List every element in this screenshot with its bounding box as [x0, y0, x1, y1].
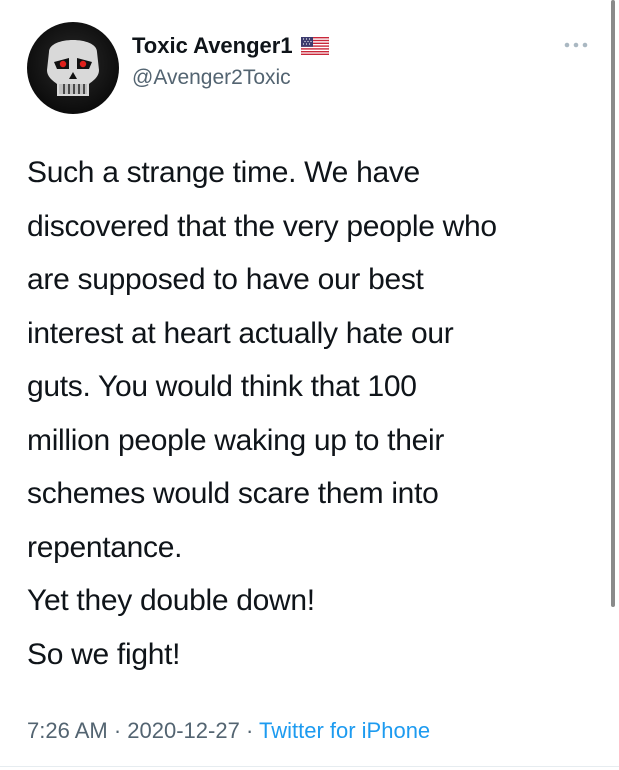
divider	[0, 766, 619, 767]
tweet-text: Such a strange time. We have discovered …	[27, 146, 597, 681]
scrollbar[interactable]	[611, 0, 615, 607]
tweet-date[interactable]: 2020-12-27	[127, 718, 240, 743]
tweet: Toxic Avenger1 @Avenger2Toxic Such a str…	[0, 0, 619, 770]
tweet-text-line: schemes would scare them into	[27, 477, 439, 510]
tweet-text-line: Such a strange time. We have	[27, 156, 420, 189]
meta-separator: ·	[239, 718, 259, 743]
tweet-time[interactable]: 7:26 AM	[27, 718, 108, 743]
meta-separator: ·	[107, 718, 128, 743]
tweet-text-line: interest at heart actually hate our	[27, 316, 454, 350]
tweet-text-line: repentance.	[27, 530, 183, 564]
tweet-text-line: million people waking up to their	[27, 423, 445, 457]
tweet-meta: 7:26 AM · 2020-12-27 · Twitter for iPhon…	[27, 718, 430, 744]
tweet-text-line: So we fight!	[27, 637, 181, 671]
tweet-text-line: guts. You would think that 100	[27, 370, 417, 403]
tweet-text-line: discovered that the very people who	[27, 209, 497, 243]
author-name-row[interactable]: Toxic Avenger1	[132, 33, 329, 59]
tweet-text-line: are supposed to have our best	[27, 263, 424, 296]
tweet-source-link[interactable]: Twitter for iPhone	[259, 718, 430, 743]
tweet-text-line: Yet they double down!	[27, 584, 315, 617]
skull-avatar-icon	[47, 40, 99, 96]
author-handle[interactable]: @Avenger2Toxic	[132, 66, 291, 90]
more-dots-icon[interactable]	[563, 40, 589, 50]
us-flag-icon	[300, 37, 329, 55]
author-avatar[interactable]	[27, 22, 119, 114]
display-name[interactable]: Toxic Avenger1	[132, 33, 293, 59]
